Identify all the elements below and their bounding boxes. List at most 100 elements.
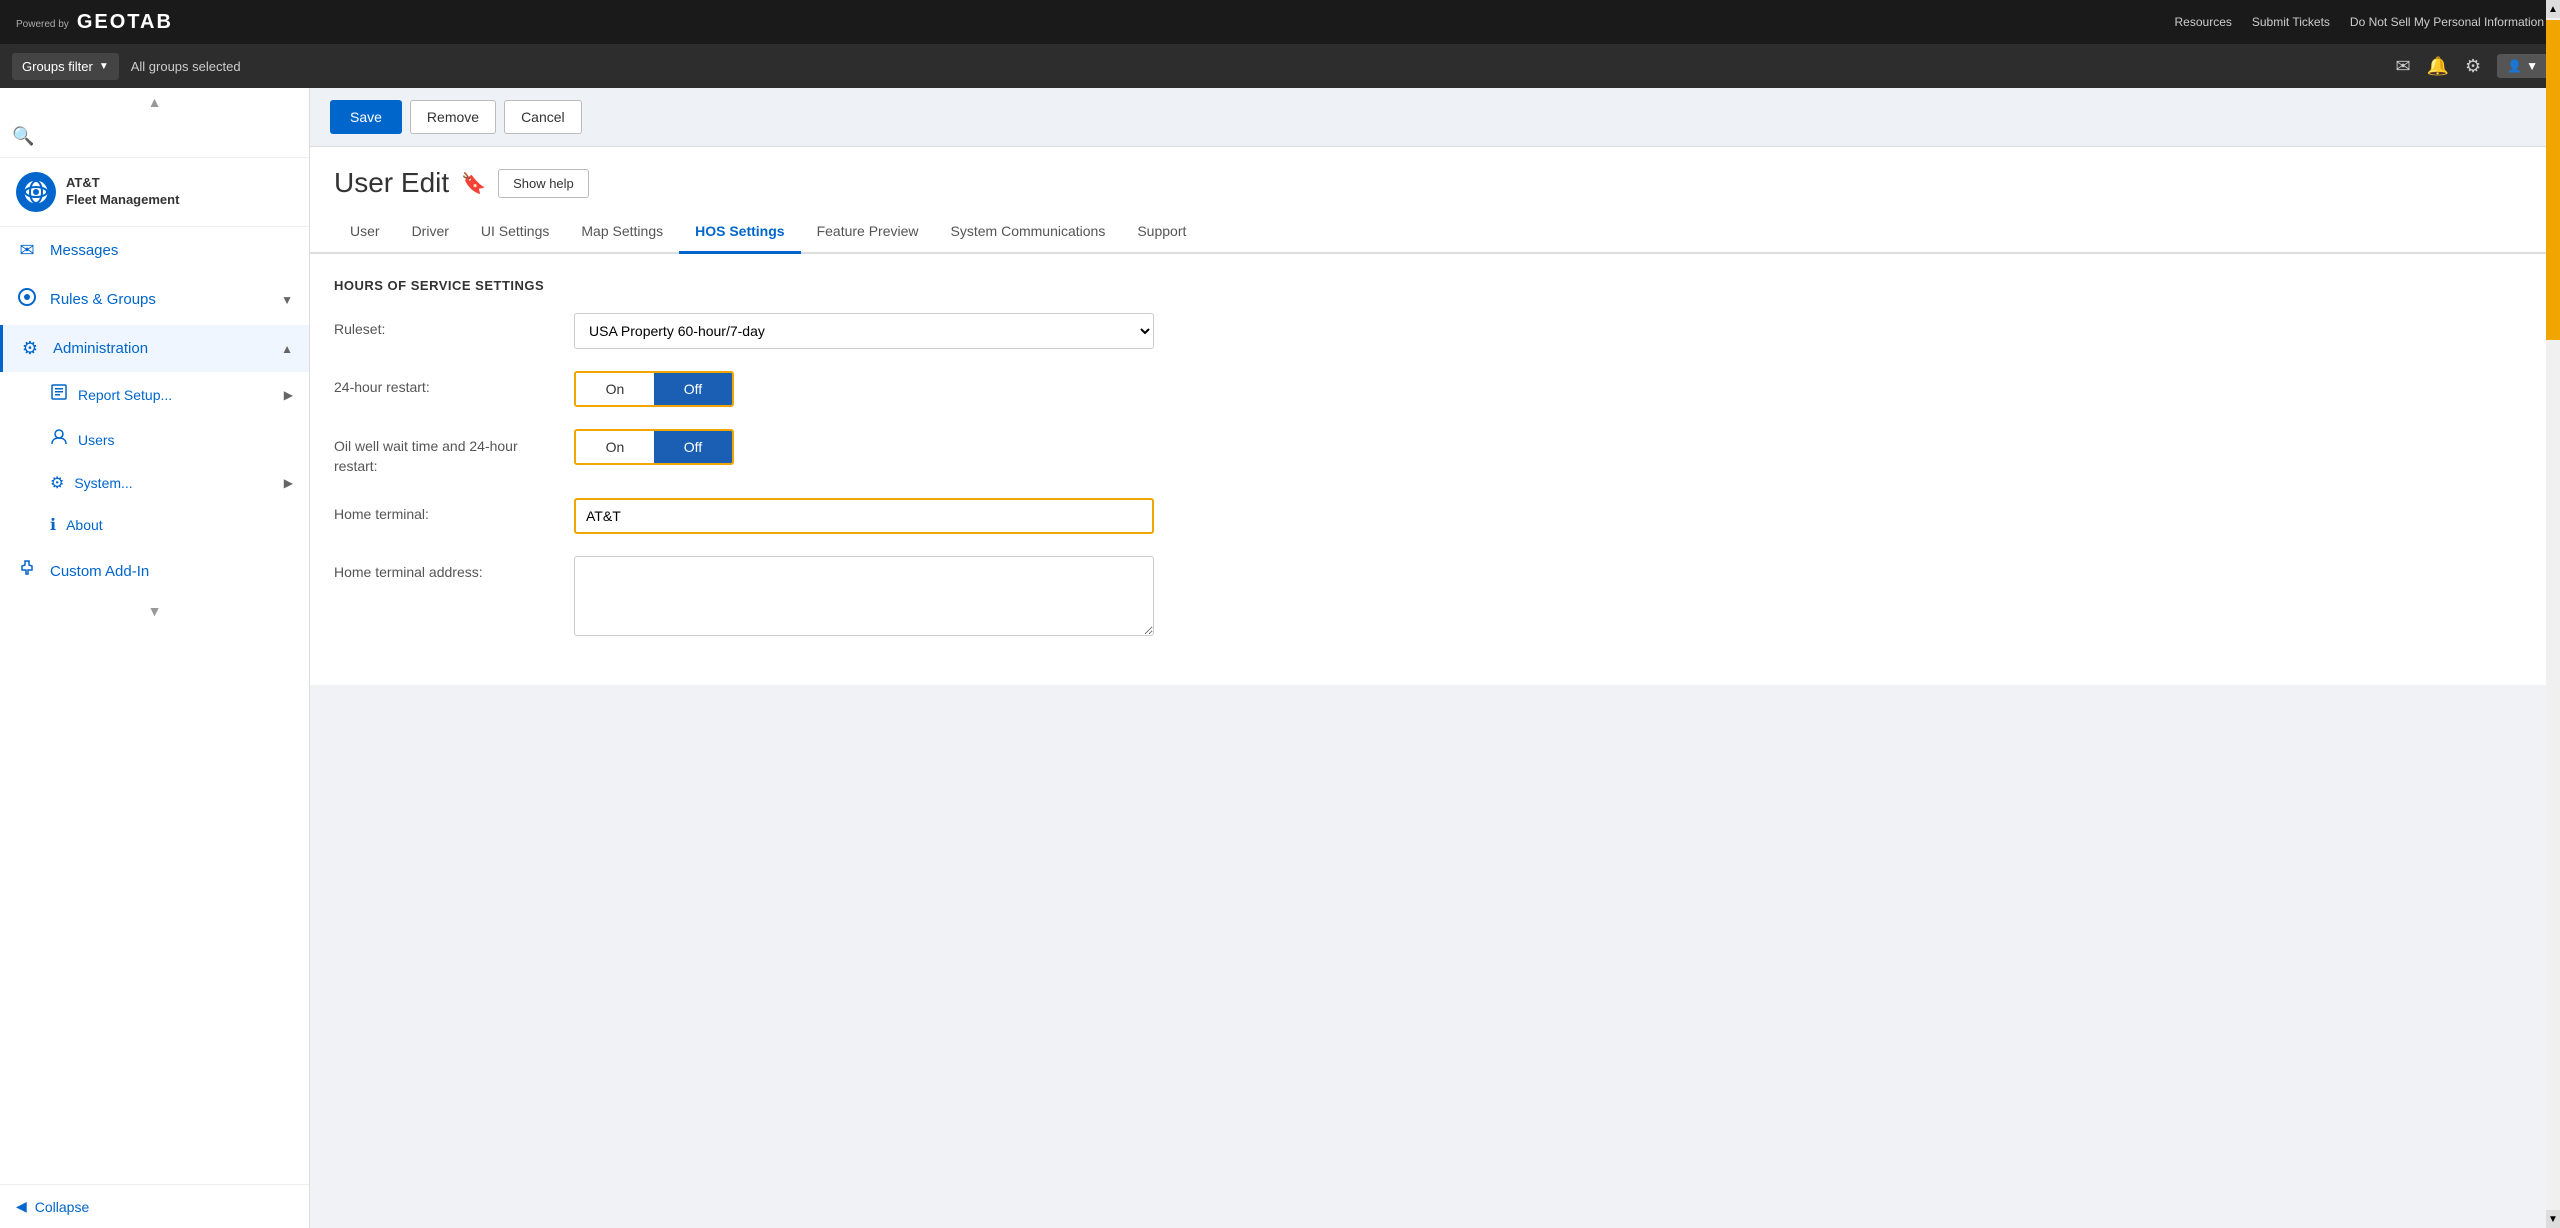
sidebar-item-label: About bbox=[66, 517, 103, 533]
user-menu-button[interactable]: 👤 ▼ bbox=[2497, 54, 2548, 78]
oil-well-control: On Off bbox=[574, 429, 1154, 465]
chevron-up-icon: ▲ bbox=[281, 342, 293, 356]
sidebar-item-label: Users bbox=[78, 432, 115, 448]
tab-driver[interactable]: Driver bbox=[396, 211, 465, 254]
page-header: User Edit 🔖 Show help bbox=[310, 147, 2560, 211]
cancel-button[interactable]: Cancel bbox=[504, 100, 582, 134]
oil-well-on-button[interactable]: On bbox=[576, 431, 654, 463]
home-terminal-address-input[interactable] bbox=[574, 556, 1154, 636]
main-content: Save Remove Cancel User Edit 🔖 Show help… bbox=[310, 88, 2560, 1228]
nav-logo-area: Powered by GEOTAB bbox=[16, 11, 173, 34]
user-icon: 👤 bbox=[2507, 59, 2522, 73]
search-icon[interactable]: 🔍 bbox=[12, 126, 34, 147]
scroll-up-arrow[interactable]: ▲ bbox=[2546, 0, 2560, 18]
user-menu-arrow: ▼ bbox=[2526, 59, 2538, 73]
gear-icon[interactable]: ⚙ bbox=[2465, 56, 2481, 77]
scroll-thumb[interactable] bbox=[2546, 20, 2560, 340]
home-terminal-input[interactable] bbox=[574, 498, 1154, 534]
page-title: User Edit bbox=[334, 167, 449, 199]
do-not-sell-link[interactable]: Do Not Sell My Personal Information bbox=[2350, 15, 2544, 29]
sidebar-item-report-setup[interactable]: Report Setup... ▶ bbox=[0, 372, 309, 417]
restart-24h-row: 24-hour restart: On Off bbox=[334, 371, 2536, 407]
sidebar-item-system[interactable]: ⚙ System... ▶ bbox=[0, 462, 309, 504]
remove-button[interactable]: Remove bbox=[410, 100, 496, 134]
save-button[interactable]: Save bbox=[330, 100, 402, 134]
powered-by-text: Powered by bbox=[16, 14, 69, 30]
restart-24h-control: On Off bbox=[574, 371, 1154, 407]
company-name: AT&T Fleet Management bbox=[66, 175, 179, 209]
sidebar-item-messages[interactable]: ✉ Messages bbox=[0, 227, 309, 274]
scroll-down-arrow[interactable]: ▼ bbox=[2546, 1210, 2560, 1228]
sidebar-search-area: 🔍 bbox=[0, 116, 309, 158]
sidebar-item-users[interactable]: Users bbox=[0, 417, 309, 462]
tab-support[interactable]: Support bbox=[1121, 211, 1202, 254]
mail-icon[interactable]: ✉ bbox=[2396, 56, 2411, 77]
oil-well-toggle: On Off bbox=[574, 429, 734, 465]
messages-icon: ✉ bbox=[16, 240, 38, 261]
sidebar-scroll-down[interactable]: ▼ bbox=[0, 597, 309, 625]
restart-24h-on-button[interactable]: On bbox=[576, 373, 654, 405]
rules-groups-icon bbox=[16, 287, 38, 312]
groups-filter-button[interactable]: Groups filter ▼ bbox=[12, 53, 119, 80]
home-terminal-label: Home terminal: bbox=[334, 498, 554, 522]
chevron-right-icon: ▶ bbox=[284, 476, 293, 490]
ruleset-row: Ruleset: USA Property 60-hour/7-day USA … bbox=[334, 313, 2536, 349]
show-help-button[interactable]: Show help bbox=[498, 169, 589, 198]
about-icon: ℹ bbox=[50, 515, 56, 535]
submit-tickets-link[interactable]: Submit Tickets bbox=[2252, 15, 2330, 29]
resources-link[interactable]: Resources bbox=[2175, 15, 2232, 29]
collapse-button[interactable]: ◀ Collapse bbox=[0, 1184, 309, 1228]
chevron-down-icon: ▼ bbox=[281, 293, 293, 307]
oil-well-row: Oil well wait time and 24-hour restart: … bbox=[334, 429, 2536, 476]
top-nav: Powered by GEOTAB Resources Submit Ticke… bbox=[0, 0, 2560, 44]
hos-settings-content: HOURS OF SERVICE SETTINGS Ruleset: USA P… bbox=[310, 254, 2560, 685]
home-terminal-address-control bbox=[574, 556, 1154, 639]
ruleset-select[interactable]: USA Property 60-hour/7-day USA Property … bbox=[574, 313, 1154, 349]
sidebar: ▲ 🔍 AT&T Fleet Management ✉ Messages bbox=[0, 88, 310, 1228]
tab-user[interactable]: User bbox=[334, 211, 396, 254]
sidebar-item-label: System... bbox=[74, 475, 132, 491]
sidebar-logo: AT&T Fleet Management bbox=[0, 158, 309, 227]
att-logo-icon bbox=[16, 172, 56, 212]
home-terminal-row: Home terminal: bbox=[334, 498, 2536, 534]
tab-system-communications[interactable]: System Communications bbox=[935, 211, 1122, 254]
tab-feature-preview[interactable]: Feature Preview bbox=[801, 211, 935, 254]
system-icon: ⚙ bbox=[50, 473, 64, 493]
sidebar-item-label: Report Setup... bbox=[78, 387, 172, 403]
sidebar-item-label: Administration bbox=[53, 340, 148, 357]
restart-24h-toggle: On Off bbox=[574, 371, 734, 407]
tab-hos-settings[interactable]: HOS Settings bbox=[679, 211, 800, 254]
tabs-bar: User Driver UI Settings Map Settings HOS… bbox=[310, 211, 2560, 254]
chevron-down-icon: ▼ bbox=[99, 61, 109, 72]
chevron-right-icon: ▶ bbox=[284, 388, 293, 402]
administration-icon: ⚙ bbox=[19, 338, 41, 359]
restart-24h-label: 24-hour restart: bbox=[334, 371, 554, 395]
groups-filter-label: Groups filter bbox=[22, 59, 93, 74]
oil-well-label: Oil well wait time and 24-hour restart: bbox=[334, 429, 554, 476]
nav-links: Resources Submit Tickets Do Not Sell My … bbox=[2175, 15, 2544, 29]
sidebar-item-rules-groups[interactable]: Rules & Groups ▼ bbox=[0, 274, 309, 325]
home-terminal-control bbox=[574, 498, 1154, 534]
groups-filter-value: All groups selected bbox=[131, 59, 2384, 74]
collapse-label: Collapse bbox=[35, 1199, 89, 1215]
sidebar-item-about[interactable]: ℹ About bbox=[0, 504, 309, 546]
geotab-logo: GEOTAB bbox=[77, 11, 173, 34]
tab-map-settings[interactable]: Map Settings bbox=[565, 211, 679, 254]
restart-24h-off-button[interactable]: Off bbox=[654, 373, 732, 405]
tab-ui-settings[interactable]: UI Settings bbox=[465, 211, 565, 254]
section-title: HOURS OF SERVICE SETTINGS bbox=[334, 278, 2536, 293]
sidebar-item-custom-addon[interactable]: Custom Add-In bbox=[0, 546, 309, 597]
ruleset-control: USA Property 60-hour/7-day USA Property … bbox=[574, 313, 1154, 349]
oil-well-off-button[interactable]: Off bbox=[654, 431, 732, 463]
main-layout: ▲ 🔍 AT&T Fleet Management ✉ Messages bbox=[0, 88, 2560, 1228]
toolbar: Save Remove Cancel bbox=[310, 88, 2560, 147]
bookmark-icon[interactable]: 🔖 bbox=[461, 171, 486, 196]
report-setup-icon bbox=[50, 383, 68, 406]
topbar-icons: ✉ 🔔 ⚙ 👤 ▼ bbox=[2396, 54, 2549, 78]
sidebar-scroll-up[interactable]: ▲ bbox=[0, 88, 309, 116]
sidebar-item-label: Rules & Groups bbox=[50, 291, 156, 308]
sidebar-item-administration[interactable]: ⚙ Administration ▲ bbox=[0, 325, 309, 372]
users-icon bbox=[50, 428, 68, 451]
custom-addon-icon bbox=[16, 559, 38, 584]
bell-icon[interactable]: 🔔 bbox=[2427, 56, 2449, 77]
